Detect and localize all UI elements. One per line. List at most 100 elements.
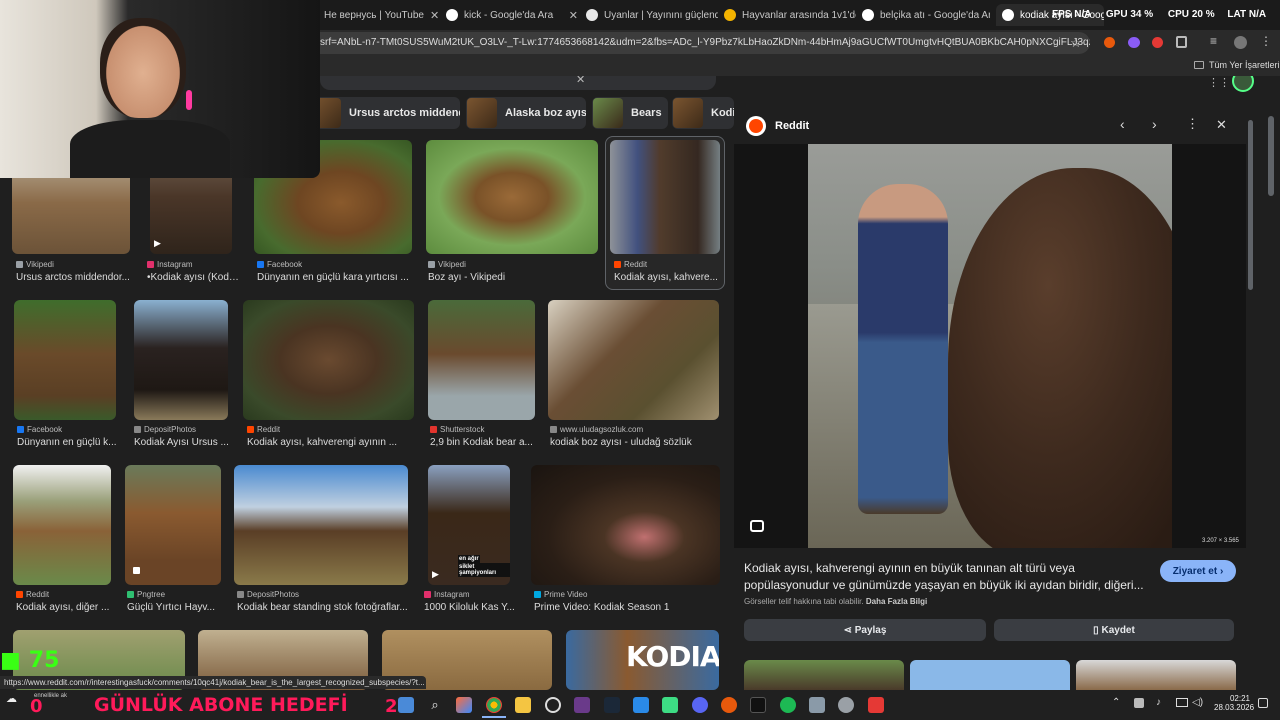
discord-icon[interactable] <box>692 697 708 713</box>
result-image[interactable] <box>134 300 228 420</box>
avatar[interactable] <box>1232 76 1254 92</box>
chevron-up-icon[interactable]: ⌃ <box>1112 697 1120 708</box>
lens-icon[interactable] <box>750 520 764 532</box>
all-bookmarks[interactable]: Tüm Yer İşaretleri <box>1209 60 1280 70</box>
page-scrollbar[interactable] <box>1268 116 1274 196</box>
puzzle-icon[interactable] <box>1176 36 1187 48</box>
network-icon[interactable] <box>1176 698 1188 707</box>
chevron-right-icon[interactable]: › <box>1152 116 1157 132</box>
app-icon[interactable] <box>809 697 825 713</box>
menu-icon[interactable]: ⋮ <box>1260 34 1272 48</box>
profile-icon[interactable] <box>1234 36 1247 49</box>
extension-icon[interactable] <box>1128 37 1140 48</box>
tab-hayvanlar[interactable]: Hayvanlar arasında 1v1'de✕ <box>724 4 856 26</box>
copilot-icon[interactable] <box>456 697 472 713</box>
result-image[interactable] <box>243 300 414 420</box>
close-icon[interactable]: ✕ <box>563 9 578 22</box>
result-caption[interactable]: Dünyanın en güçlü k... <box>17 437 117 448</box>
more-icon[interactable]: ⋮ <box>1186 116 1199 132</box>
result-image[interactable] <box>234 465 408 585</box>
related-image[interactable] <box>910 660 1070 690</box>
tab-belcika[interactable]: belçika atı - Google'da Ara✕ <box>862 4 990 26</box>
cpu-value: 20 % <box>1191 9 1215 20</box>
app-icon[interactable] <box>721 697 737 713</box>
image-preview-panel: Reddit ‹ › ⋮ ✕ 3.207 × 3.565 Kodiak ayıs… <box>734 104 1246 690</box>
result-caption[interactable]: kodiak boz ayısı - uludağ sözlük <box>550 437 720 448</box>
tab-youtube[interactable]: Не вернусь | YouTube ✕ <box>306 4 438 26</box>
chip-kodiak[interactable]: Kodiak <box>672 97 734 129</box>
tab-uyanlar[interactable]: Uyanlar | Yayınını güçlendir✕ <box>586 4 718 26</box>
chip-alaska[interactable]: Alaska boz ayısı <box>466 97 586 129</box>
spotify-icon[interactable] <box>780 697 796 713</box>
related-image[interactable] <box>1076 660 1236 690</box>
result-caption[interactable]: •Kodiak ayısı (Kodi... <box>147 272 239 283</box>
volume-icon[interactable]: ◁) <box>1192 697 1203 708</box>
share-label: Paylaş <box>854 624 887 636</box>
preview-image[interactable] <box>808 144 1172 548</box>
apps-icon[interactable]: ⋮⋮ <box>1208 76 1230 89</box>
app-icon[interactable] <box>750 697 766 713</box>
result-image[interactable] <box>14 300 116 420</box>
learn-more-link[interactable]: Daha Fazla Bilgi <box>866 597 927 606</box>
result-caption[interactable]: Kodiak bear standing stok fotoğraflar... <box>237 602 409 613</box>
result-caption[interactable]: Dünyanın en güçlü kara yırtıcısı ... <box>257 272 413 283</box>
mic-icon[interactable]: ♪ <box>1156 697 1161 708</box>
tab-kick[interactable]: kick - Google'da Ara ✕ <box>446 4 578 26</box>
result-caption[interactable]: Kodiak ayısı, kahvere... <box>614 272 720 283</box>
visit-button[interactable]: Ziyaret et › <box>1160 560 1236 582</box>
app-icon[interactable] <box>574 697 590 713</box>
search-icon[interactable]: ⌕ <box>428 697 442 713</box>
close-icon[interactable]: ✕ <box>1216 117 1227 133</box>
windows-start-icon[interactable] <box>398 697 414 713</box>
result-caption[interactable]: Kodiak ayısı, diğer ... <box>16 602 110 613</box>
settings-icon[interactable] <box>838 697 854 713</box>
result-caption[interactable]: Güçlü Yırtıcı Hayv... <box>127 602 219 613</box>
source-label: Shutterstock <box>440 425 485 434</box>
panel-site-name[interactable]: Reddit <box>775 120 809 132</box>
panel-scrollbar[interactable] <box>1248 120 1253 290</box>
address-bar[interactable]: srf=ANbL-n7-TMt0SUS5WuM2tUK_O3LV-_T-Lw:1… <box>300 32 1090 54</box>
star-icon[interactable]: ☆ <box>1070 35 1082 51</box>
chrome-icon[interactable] <box>486 697 502 713</box>
file-explorer-icon[interactable] <box>515 697 531 713</box>
result-image[interactable] <box>13 465 111 585</box>
result-caption[interactable]: Ursus arctos middendor... <box>16 272 132 283</box>
clear-icon[interactable]: ✕ <box>576 76 585 86</box>
share-button[interactable]: ⋖ Paylaş <box>744 619 986 641</box>
android-icon[interactable] <box>662 697 678 713</box>
extension-icon[interactable] <box>1104 37 1115 48</box>
clock-date: 28.03.2026 <box>1214 703 1255 712</box>
media-icon[interactable]: ≡ <box>1210 34 1217 48</box>
result-image[interactable] <box>531 465 720 585</box>
result-caption[interactable]: Prime Video: Kodiak Season 1 <box>534 602 720 613</box>
result-image[interactable] <box>428 300 535 420</box>
result-caption[interactable]: Boz ayı - Vikipedi <box>428 272 596 283</box>
result-caption[interactable]: Kodiak Ayısı Ursus ... <box>134 437 230 448</box>
result-image[interactable] <box>548 300 719 420</box>
result-image[interactable] <box>426 140 598 254</box>
result-caption[interactable]: Kodiak ayısı, kahverengi ayının ... <box>247 437 411 448</box>
bookmark-icon: ▯ <box>1093 624 1099 636</box>
chip-ursus[interactable]: Ursus arctos middendorffi <box>310 97 460 129</box>
search-box[interactable] <box>320 76 716 90</box>
panel-title[interactable]: Kodiak ayısı, kahverengi ayının en büyük… <box>744 560 1148 594</box>
app-icon[interactable] <box>868 697 884 713</box>
result-image[interactable]: KODIAK <box>566 630 719 690</box>
result-caption[interactable]: 2,9 bin Kodiak bear a... <box>430 437 534 448</box>
clock[interactable]: 02:21 28.03.2026 <box>1214 694 1255 712</box>
chip-bears[interactable]: Bears <box>592 97 668 129</box>
app-icon[interactable] <box>633 697 649 713</box>
extension-icon[interactable] <box>1152 37 1163 48</box>
result-image[interactable] <box>125 465 221 585</box>
related-image[interactable] <box>744 660 904 690</box>
notification-icon[interactable] <box>1258 698 1268 708</box>
close-icon[interactable]: ✕ <box>424 9 438 22</box>
result-image[interactable]: en ağır siklet şampiyonları ▶ <box>428 465 510 585</box>
result-caption[interactable]: 1000 Kiloluk Kas Y... <box>424 602 516 613</box>
app-icon[interactable] <box>545 697 561 713</box>
steam-icon[interactable] <box>604 697 620 713</box>
chevron-left-icon[interactable]: ‹ <box>1120 116 1125 132</box>
save-button[interactable]: ▯ Kaydet <box>994 619 1234 641</box>
tray-icon[interactable] <box>1134 698 1144 708</box>
vikipedi-icon <box>428 261 435 268</box>
